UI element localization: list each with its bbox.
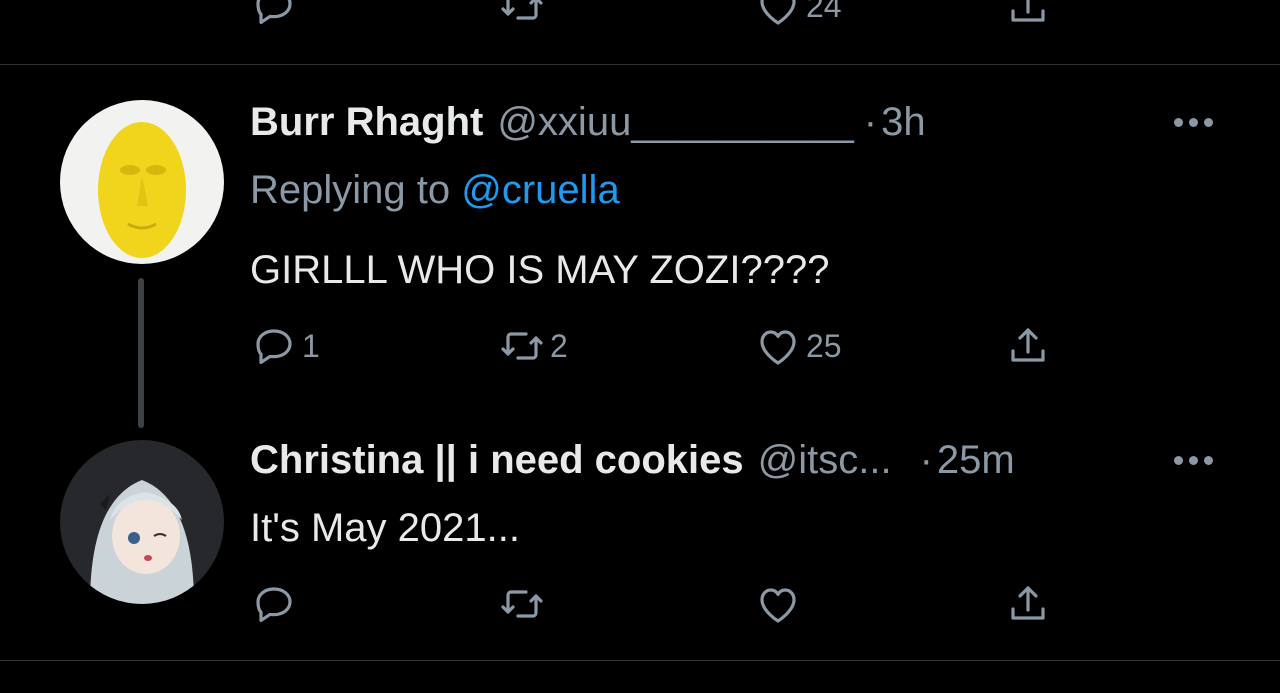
reply-icon xyxy=(256,0,292,24)
reply-button[interactable] xyxy=(250,580,298,628)
more-icon-dot xyxy=(1204,456,1213,465)
like-icon xyxy=(760,0,796,25)
divider xyxy=(0,660,1280,661)
like-count: 24 xyxy=(806,0,842,24)
avatar-image xyxy=(60,440,224,604)
replying-to: Replying to @cruella xyxy=(250,168,620,213)
reply-button[interactable] xyxy=(250,0,298,30)
avatar-image xyxy=(60,100,224,264)
like-button[interactable]: 25 xyxy=(754,322,842,370)
retweet-icon xyxy=(501,332,543,360)
share-button[interactable] xyxy=(1004,0,1052,30)
tweet-header: Burr Rhaght @xxiuu__________ · 3h xyxy=(250,100,926,145)
tweet-thread: 24 Burr Rhaght @xxiuu__________ · 3h Rep… xyxy=(0,0,1280,693)
tweet-text: It's May 2021... xyxy=(250,506,520,550)
separator-dot: · xyxy=(863,100,878,144)
more-button[interactable] xyxy=(1174,118,1213,127)
separator-dot: · xyxy=(919,438,933,482)
reply-count: 1 xyxy=(302,327,320,364)
divider xyxy=(0,64,1280,65)
share-icon xyxy=(1011,0,1045,22)
replying-prefix: Replying to xyxy=(250,168,451,212)
like-icon xyxy=(760,330,796,365)
more-icon xyxy=(1174,456,1183,465)
retweet-button[interactable]: 2 xyxy=(498,322,568,370)
retweet-button[interactable] xyxy=(498,580,546,628)
more-icon-dot xyxy=(1189,118,1198,127)
reply-icon xyxy=(256,587,292,622)
avatar[interactable] xyxy=(60,100,224,264)
like-button[interactable] xyxy=(754,580,802,628)
username[interactable]: @itsc... xyxy=(758,438,892,483)
mention-link[interactable]: @cruella xyxy=(461,168,619,212)
share-icon xyxy=(1011,328,1045,362)
timestamp[interactable]: 25m xyxy=(937,438,1015,483)
tweet-header: Christina || i need cookies @itsc... · 2… xyxy=(250,438,1015,483)
more-icon-dot xyxy=(1189,456,1198,465)
reply-button[interactable]: 1 xyxy=(250,322,320,370)
share-icon xyxy=(1011,586,1045,620)
retweet-count: 2 xyxy=(550,327,568,364)
like-button[interactable]: 24 xyxy=(754,0,842,30)
thread-line xyxy=(138,278,144,428)
more-button[interactable] xyxy=(1174,456,1213,465)
more-icon-dot xyxy=(1204,118,1213,127)
share-button[interactable] xyxy=(1004,322,1052,370)
display-name[interactable]: Christina || i need cookies xyxy=(250,438,744,483)
retweet-icon xyxy=(501,0,543,20)
retweet-button[interactable] xyxy=(498,0,546,30)
reply-icon xyxy=(256,329,292,364)
retweet-icon xyxy=(501,590,543,618)
like-icon xyxy=(760,588,796,623)
share-button[interactable] xyxy=(1004,580,1052,628)
more-icon xyxy=(1174,118,1183,127)
like-count: 25 xyxy=(806,327,842,364)
avatar[interactable] xyxy=(60,440,224,604)
timestamp[interactable]: 3h xyxy=(881,100,926,145)
display-name[interactable]: Burr Rhaght xyxy=(250,100,483,145)
username[interactable]: @xxiuu__________ xyxy=(497,100,853,145)
tweet-text: GIRLLL WHO IS MAY ZOZI???? xyxy=(250,248,830,292)
